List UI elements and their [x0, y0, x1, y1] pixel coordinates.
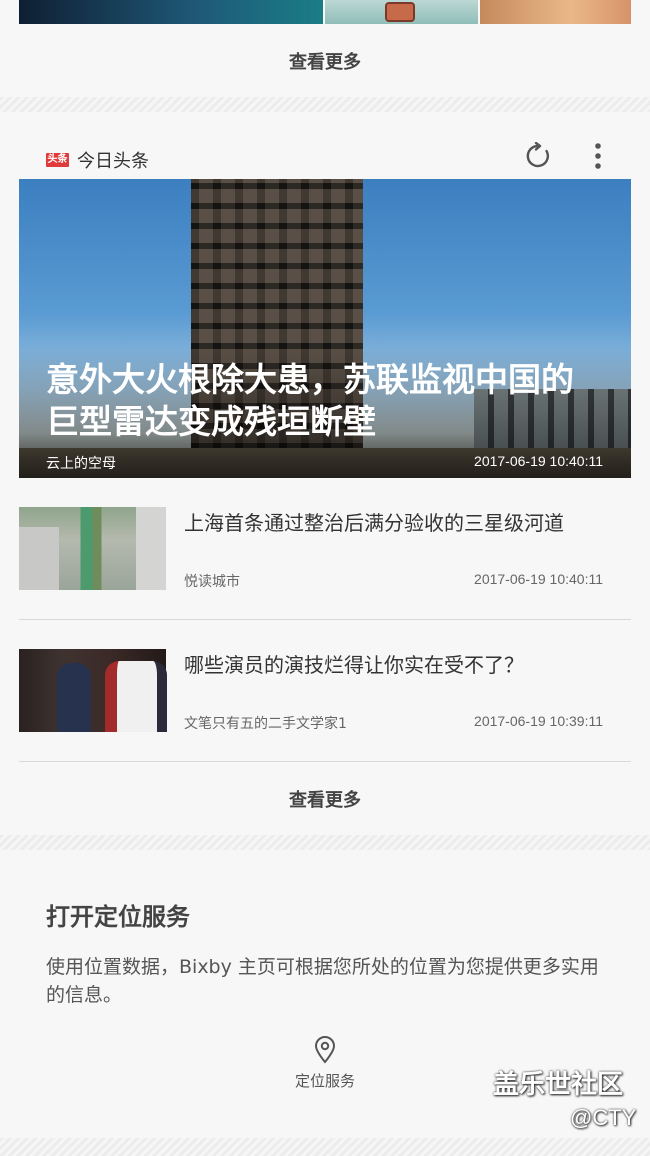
article-source: 悦读城市 — [184, 574, 240, 590]
divider — [19, 619, 631, 620]
location-pin-icon — [313, 1036, 337, 1064]
news-list-item[interactable]: 上海首条通过整治后满分验收的三星级河道 悦读城市 2017-06-19 10:4… — [19, 507, 631, 649]
previous-card: 查看更多 — [0, 0, 650, 97]
location-service-label: 定位服务 — [294, 1072, 355, 1090]
article-timestamp: 2017-06-19 10:40:11 — [474, 571, 603, 587]
toutiao-logo: 头条 — [46, 153, 69, 167]
thumbnail-image[interactable] — [19, 0, 323, 24]
watermark-handle: @CTY — [570, 1105, 637, 1130]
article-thumbnail — [19, 649, 167, 732]
card-header: 头条 今日头条 — [46, 147, 149, 173]
view-more-button[interactable]: 查看更多 — [0, 786, 650, 812]
article-thumbnail — [19, 507, 166, 590]
hero-title[interactable]: 意外大火根除大患，苏联监视中国的巨型雷达变成残垣断壁 — [46, 359, 606, 443]
card-separator — [0, 1138, 650, 1156]
hero-source: 云上的空母 — [46, 456, 116, 472]
thumbnail-image[interactable] — [325, 0, 478, 24]
divider — [19, 761, 631, 762]
thumbnail-image[interactable] — [480, 0, 631, 24]
article-title[interactable]: 哪些演员的演技烂得让你实在受不了？ — [184, 649, 614, 678]
card-title: 今日头条 — [77, 151, 149, 172]
news-list-item[interactable]: 哪些演员的演技烂得让你实在受不了？ 文笔只有五的二手文学家1 2017-06-1… — [19, 649, 631, 791]
more-vert-icon[interactable] — [588, 142, 608, 170]
card-separator — [0, 835, 650, 850]
location-service-button[interactable]: 定位服务 — [275, 1036, 375, 1091]
hero-article[interactable]: 意外大火根除大患，苏联监视中国的巨型雷达变成残垣断壁 云上的空母 2017-06… — [19, 179, 631, 478]
article-source: 文笔只有五的二手文学家1 — [184, 716, 347, 732]
article-timestamp: 2017-06-19 10:39:11 — [474, 713, 603, 729]
refresh-icon[interactable] — [524, 141, 552, 170]
article-title[interactable]: 上海首条通过整治后满分验收的三星级河道 — [184, 507, 614, 536]
view-more-button[interactable]: 查看更多 — [0, 48, 650, 74]
previous-card-thumbnails — [19, 0, 631, 24]
toutiao-news-card: 头条 今日头条 意外大火根除大患，苏联监视中国的巨型雷达变成残垣断壁 云上的空母… — [0, 112, 650, 835]
watermark-text: 盖乐世社区 — [493, 1070, 624, 1100]
location-card-title: 打开定位服务 — [46, 903, 190, 931]
location-card-description: 使用位置数据，Bixby 主页可根据您所处的位置为您提供更多实用的信息。 — [46, 956, 599, 1006]
hero-timestamp: 2017-06-19 10:40:11 — [474, 453, 603, 469]
card-separator — [0, 97, 650, 112]
